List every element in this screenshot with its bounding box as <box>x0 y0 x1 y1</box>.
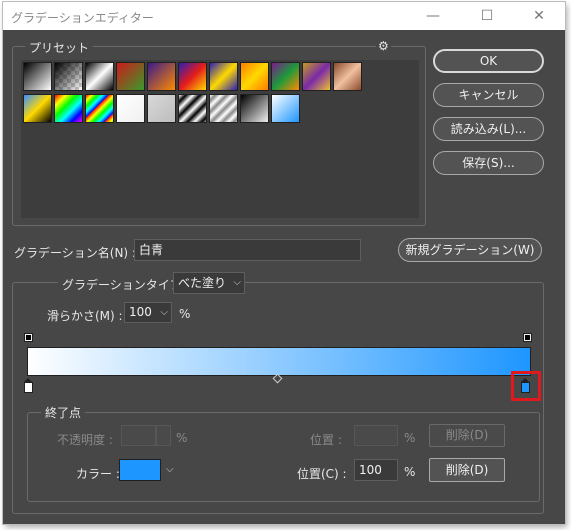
chevron-down-icon[interactable]: ⌵ <box>166 464 174 475</box>
chevron-down-icon: ⌵ <box>160 307 168 318</box>
gradient-editor-window: グラデーションエディター — ☐ ✕ プリセット ⚙ OK キャンセル 読み込み… <box>3 2 565 524</box>
color-label: カラー : <box>76 467 120 481</box>
preset-swatch[interactable] <box>240 94 269 123</box>
smoothness-select[interactable]: 100 ⌵ <box>124 302 172 323</box>
opacity-position-unit: % <box>404 431 416 445</box>
preset-swatch[interactable] <box>178 94 207 123</box>
color-position-label: 位置(C) : <box>297 467 347 481</box>
preset-swatch[interactable] <box>302 62 331 91</box>
opacity-stop-left[interactable] <box>24 333 33 342</box>
preset-swatch[interactable] <box>209 62 238 91</box>
preset-swatch[interactable] <box>85 94 114 123</box>
opacity-select[interactable] <box>156 425 171 446</box>
minimize-icon[interactable]: — <box>413 5 453 27</box>
preset-swatch[interactable] <box>147 94 176 123</box>
gradient-bar[interactable] <box>27 347 531 376</box>
color-position-unit: % <box>404 465 416 479</box>
gradient-type-select[interactable]: べた塗り ⌵ <box>173 272 245 294</box>
load-button[interactable]: 読み込み(L)... <box>433 117 544 141</box>
maximize-icon[interactable]: ☐ <box>467 5 507 27</box>
color-delete-button[interactable]: 削除(D) <box>429 458 505 482</box>
preset-swatch[interactable] <box>209 94 238 123</box>
opacity-unit: % <box>176 431 188 445</box>
opacity-delete-button[interactable]: 削除(D) <box>429 424 505 447</box>
chevron-down-icon: ⌵ <box>233 277 241 288</box>
title-bar: グラデーションエディター — ☐ ✕ <box>3 2 565 30</box>
color-position-input[interactable]: 100 <box>354 459 398 481</box>
close-icon[interactable]: ✕ <box>519 5 559 27</box>
opacity-label: 不透明度 : <box>57 433 113 447</box>
color-stop-right[interactable] <box>521 378 530 393</box>
opacity-input[interactable] <box>121 425 156 446</box>
preset-swatch[interactable] <box>23 94 52 123</box>
preset-swatch[interactable] <box>23 62 52 91</box>
gradient-name-input[interactable]: 白青 <box>134 239 361 261</box>
preset-swatch[interactable] <box>271 94 300 123</box>
save-button[interactable]: 保存(S)... <box>433 151 544 175</box>
opacity-position-input[interactable] <box>354 425 398 446</box>
opacity-position-label: 位置 : <box>310 433 342 447</box>
gear-icon[interactable]: ⚙ <box>376 39 391 53</box>
preset-swatch[interactable] <box>54 94 83 123</box>
stops-label: 終了点 <box>41 404 86 421</box>
preset-swatch[interactable] <box>178 62 207 91</box>
smoothness-value: 100 <box>129 305 152 319</box>
cancel-button[interactable]: キャンセル <box>433 83 544 107</box>
preset-swatch[interactable] <box>85 62 114 91</box>
window-title: グラデーションエディター <box>11 11 154 25</box>
color-stop-left[interactable] <box>24 378 33 393</box>
ok-button[interactable]: OK <box>433 49 544 73</box>
preset-swatch[interactable] <box>116 94 145 123</box>
color-swatch[interactable] <box>119 459 161 481</box>
gradient-type-value: べた塗り <box>178 276 227 290</box>
smoothness-label: 滑らかさ(M) : <box>47 309 123 323</box>
preset-swatch-area <box>21 60 419 218</box>
opacity-stop-right[interactable] <box>523 333 532 342</box>
new-gradient-button[interactable]: 新規グラデーション(W) <box>398 238 542 262</box>
preset-swatch[interactable] <box>147 62 176 91</box>
presets-label: プリセット <box>25 39 94 56</box>
preset-swatch[interactable] <box>271 62 300 91</box>
preset-swatch[interactable] <box>333 62 362 91</box>
preset-swatch[interactable] <box>116 62 145 91</box>
preset-swatch[interactable] <box>240 62 269 91</box>
gradient-name-label: グラデーション名(N) : <box>14 246 136 260</box>
smoothness-unit: % <box>179 307 191 321</box>
preset-swatch[interactable] <box>54 62 83 91</box>
